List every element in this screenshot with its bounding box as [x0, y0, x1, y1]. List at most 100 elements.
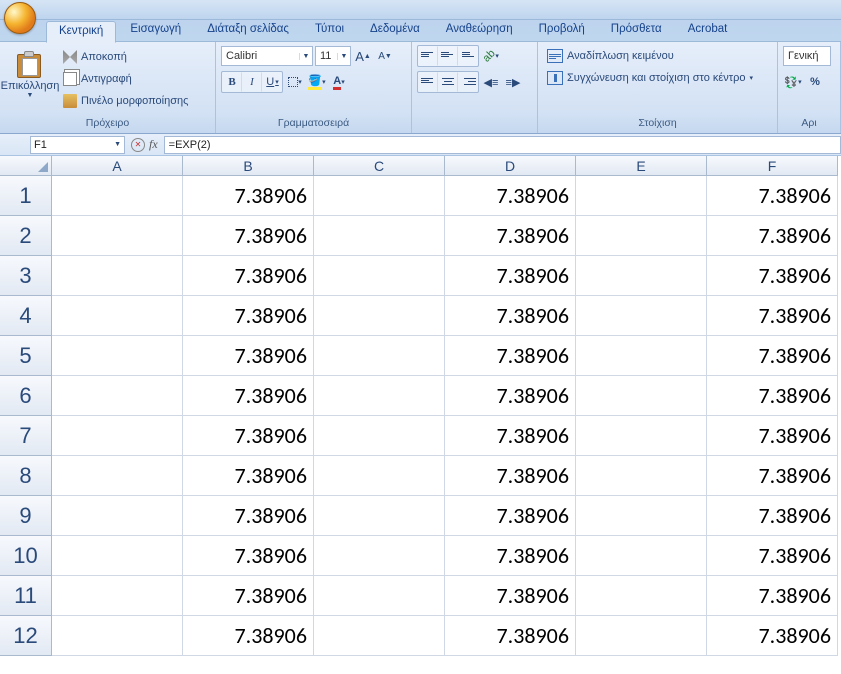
tab-data[interactable]: Δεδομένα — [358, 20, 432, 42]
cell-A8[interactable] — [52, 456, 183, 496]
cell-F7[interactable]: 7.38906 — [707, 416, 838, 456]
bold-button[interactable]: B — [222, 72, 242, 92]
decrease-font-button[interactable]: A▼ — [375, 46, 395, 66]
cell-A7[interactable] — [52, 416, 183, 456]
row-header[interactable]: 10 — [0, 536, 52, 576]
cell-F1[interactable]: 7.38906 — [707, 176, 838, 216]
row-header[interactable]: 1 — [0, 176, 52, 216]
cell-E9[interactable] — [576, 496, 707, 536]
copy-button[interactable]: Αντιγραφή — [59, 69, 192, 89]
col-header-B[interactable]: B — [183, 156, 314, 176]
font-size-combo[interactable]: 11 ▼ — [315, 46, 351, 66]
cell-C7[interactable] — [314, 416, 445, 456]
formula-input[interactable]: =EXP(2) — [164, 136, 841, 154]
cell-B9[interactable]: 7.38906 — [183, 496, 314, 536]
percent-button[interactable]: % — [805, 72, 825, 92]
chevron-down-icon[interactable]: ▼ — [114, 141, 121, 148]
cell-C10[interactable] — [314, 536, 445, 576]
cell-B2[interactable]: 7.38906 — [183, 216, 314, 256]
cell-E4[interactable] — [576, 296, 707, 336]
cell-E5[interactable] — [576, 336, 707, 376]
cancel-icon[interactable]: ✕ — [131, 138, 145, 152]
row-header[interactable]: 11 — [0, 576, 52, 616]
cell-C2[interactable] — [314, 216, 445, 256]
cell-A10[interactable] — [52, 536, 183, 576]
merge-center-button[interactable]: Συγχώνευση και στοίχιση στο κέντρο ▾ — [543, 67, 757, 89]
row-header[interactable]: 5 — [0, 336, 52, 376]
decrease-indent-button[interactable]: ◀≡ — [481, 72, 501, 92]
col-header-E[interactable]: E — [576, 156, 707, 176]
font-color-button[interactable]: A▾ — [329, 72, 349, 92]
cell-B7[interactable]: 7.38906 — [183, 416, 314, 456]
cell-A5[interactable] — [52, 336, 183, 376]
select-all-corner[interactable] — [0, 156, 52, 176]
cell-C8[interactable] — [314, 456, 445, 496]
cell-D2[interactable]: 7.38906 — [445, 216, 576, 256]
cell-B8[interactable]: 7.38906 — [183, 456, 314, 496]
cell-A11[interactable] — [52, 576, 183, 616]
tab-insert[interactable]: Εισαγωγή — [118, 20, 193, 42]
tab-formulas[interactable]: Τύποι — [303, 20, 356, 42]
cell-D10[interactable]: 7.38906 — [445, 536, 576, 576]
underline-button[interactable]: U▾ — [262, 72, 282, 92]
increase-font-button[interactable]: A▲ — [353, 46, 373, 66]
cell-F12[interactable]: 7.38906 — [707, 616, 838, 656]
chevron-down-icon[interactable]: ▼ — [27, 92, 34, 99]
name-box[interactable]: F1 ▼ — [30, 136, 125, 154]
col-header-F[interactable]: F — [707, 156, 838, 176]
align-center-button[interactable] — [438, 72, 458, 92]
number-format-combo[interactable]: Γενική — [783, 46, 831, 66]
cell-D6[interactable]: 7.38906 — [445, 376, 576, 416]
cell-A4[interactable] — [52, 296, 183, 336]
cell-D1[interactable]: 7.38906 — [445, 176, 576, 216]
align-bottom-button[interactable] — [458, 46, 478, 66]
cell-C4[interactable] — [314, 296, 445, 336]
cell-A6[interactable] — [52, 376, 183, 416]
cell-D12[interactable]: 7.38906 — [445, 616, 576, 656]
cell-C1[interactable] — [314, 176, 445, 216]
currency-button[interactable]: 💱▾ — [783, 72, 803, 92]
cell-F3[interactable]: 7.38906 — [707, 256, 838, 296]
cell-C12[interactable] — [314, 616, 445, 656]
cell-A2[interactable] — [52, 216, 183, 256]
format-painter-button[interactable]: Πινέλο μορφοποίησης — [59, 91, 192, 111]
cell-B6[interactable]: 7.38906 — [183, 376, 314, 416]
cell-F11[interactable]: 7.38906 — [707, 576, 838, 616]
tab-acrobat[interactable]: Acrobat — [676, 20, 740, 42]
italic-button[interactable]: I — [242, 72, 262, 92]
cell-A12[interactable] — [52, 616, 183, 656]
row-header[interactable]: 7 — [0, 416, 52, 456]
cell-B12[interactable]: 7.38906 — [183, 616, 314, 656]
align-left-button[interactable] — [418, 72, 438, 92]
row-header[interactable]: 3 — [0, 256, 52, 296]
cell-A1[interactable] — [52, 176, 183, 216]
cell-D7[interactable]: 7.38906 — [445, 416, 576, 456]
cell-A9[interactable] — [52, 496, 183, 536]
cut-button[interactable]: Αποκοπή — [59, 47, 192, 67]
cell-E3[interactable] — [576, 256, 707, 296]
tab-review[interactable]: Αναθεώρηση — [434, 20, 525, 42]
row-header[interactable]: 9 — [0, 496, 52, 536]
row-header[interactable]: 6 — [0, 376, 52, 416]
col-header-A[interactable]: A — [52, 156, 183, 176]
chevron-down-icon[interactable]: ▾ — [750, 74, 754, 82]
font-name-combo[interactable]: Calibri ▼ — [221, 46, 313, 66]
border-button[interactable]: ▾ — [285, 72, 305, 92]
cell-A3[interactable] — [52, 256, 183, 296]
cell-D8[interactable]: 7.38906 — [445, 456, 576, 496]
cell-B3[interactable]: 7.38906 — [183, 256, 314, 296]
cell-D4[interactable]: 7.38906 — [445, 296, 576, 336]
align-middle-button[interactable] — [438, 46, 458, 66]
cell-E7[interactable] — [576, 416, 707, 456]
tab-addins[interactable]: Πρόσθετα — [599, 20, 674, 42]
tab-page-layout[interactable]: Διάταξη σελίδας — [195, 20, 301, 42]
office-button[interactable] — [4, 2, 36, 34]
cell-F6[interactable]: 7.38906 — [707, 376, 838, 416]
cell-C11[interactable] — [314, 576, 445, 616]
wrap-text-button[interactable]: Αναδίπλωση κειμένου — [543, 45, 678, 67]
tab-home[interactable]: Κεντρική — [46, 21, 116, 43]
cell-E2[interactable] — [576, 216, 707, 256]
col-header-C[interactable]: C — [314, 156, 445, 176]
cell-B1[interactable]: 7.38906 — [183, 176, 314, 216]
cell-B4[interactable]: 7.38906 — [183, 296, 314, 336]
